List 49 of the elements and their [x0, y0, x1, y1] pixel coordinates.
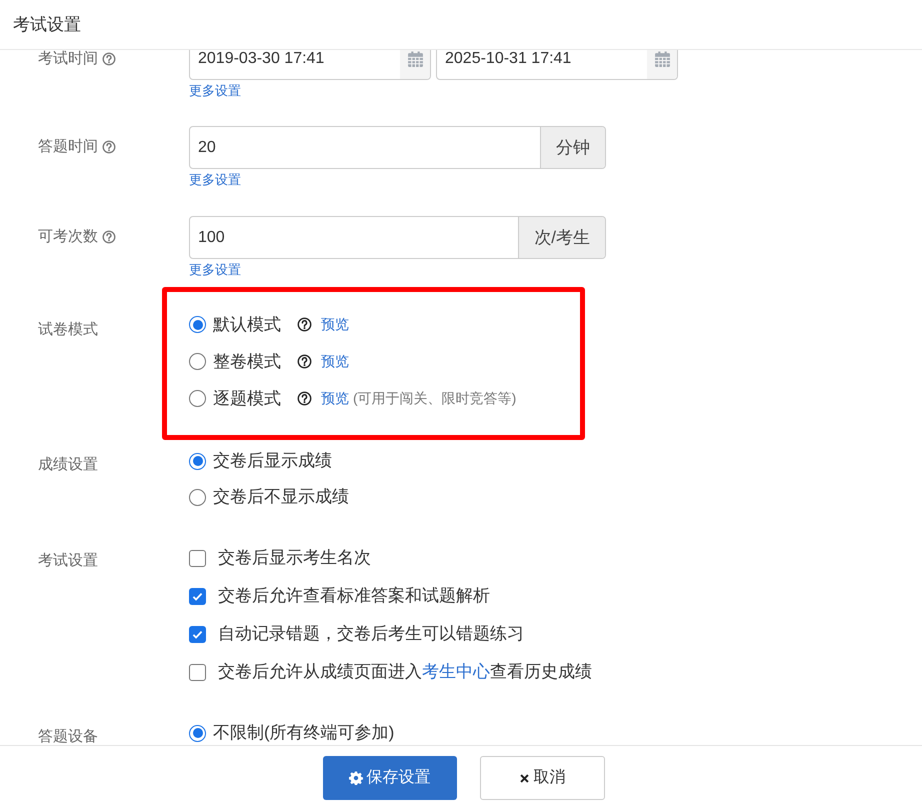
- settings-icon: [348, 771, 362, 785]
- radio-button[interactable]: [189, 316, 206, 333]
- unit-addon: 次/考生: [518, 217, 605, 258]
- cancel-button[interactable]: 取消: [480, 756, 604, 800]
- option-label: 交卷后允许从成绩页面进入考生中心查看历史成绩: [218, 661, 592, 684]
- radio-button[interactable]: [189, 724, 206, 742]
- option-label: 不限制(所有终端可参加): [213, 722, 394, 744]
- number-input[interactable]: 20 分钟: [189, 126, 606, 169]
- more-settings-link[interactable]: 更多设置: [189, 260, 241, 280]
- field-label: 考试时间: [38, 50, 98, 69]
- option-label: 逐题模式: [213, 388, 281, 410]
- option-label: 交卷后显示成绩: [213, 450, 332, 472]
- preview-link[interactable]: 预览: [321, 388, 349, 409]
- radio-button[interactable]: [189, 488, 206, 506]
- more-settings-link[interactable]: 更多设置: [189, 170, 241, 190]
- option-label: 交卷后允许查看标准答案和试题解析: [218, 585, 490, 608]
- radio-button[interactable]: [189, 452, 206, 470]
- option-note: (可用于闯关、限时竞答等): [353, 389, 516, 408]
- radio-button[interactable]: [189, 353, 206, 370]
- checkbox[interactable]: [189, 588, 206, 604]
- preview-link[interactable]: 预览: [321, 351, 349, 372]
- option-label: 交卷后显示考生名次: [218, 547, 371, 570]
- field-label: 答题时间: [38, 137, 98, 157]
- field-label: 答题设备: [38, 728, 98, 745]
- field-label: 试卷模式: [38, 321, 98, 338]
- number-input[interactable]: 100 次/考生: [189, 216, 606, 259]
- help-icon[interactable]: [297, 317, 312, 332]
- date-field[interactable]: 2019-03-30 17:41: [189, 50, 431, 80]
- option-label: 交卷后不显示成绩: [213, 486, 349, 508]
- option-label: 自动记录错题，交卷后考生可以错题练习: [218, 623, 524, 646]
- close-icon: [518, 772, 530, 784]
- radio-button[interactable]: [189, 390, 206, 407]
- date-field[interactable]: 2025-10-31 17:41: [436, 50, 678, 80]
- candidate-center-link[interactable]: 考生中心: [422, 662, 490, 682]
- help-icon[interactable]: [297, 391, 312, 406]
- checkbox[interactable]: [189, 626, 206, 642]
- more-settings-link[interactable]: 更多设置: [189, 81, 241, 101]
- help-icon[interactable]: [297, 354, 312, 369]
- field-label: 成绩设置: [38, 456, 98, 473]
- field-label: 可考次数: [38, 227, 98, 247]
- option-label: 默认模式: [213, 314, 281, 336]
- dialog-title: 考试设置: [13, 14, 81, 36]
- preview-link[interactable]: 预览: [321, 314, 349, 335]
- field-label: 考试设置: [38, 552, 98, 569]
- unit-addon: 分钟: [540, 127, 605, 168]
- option-label: 整卷模式: [213, 350, 281, 373]
- checkbox[interactable]: [189, 550, 206, 566]
- checkbox[interactable]: [189, 664, 206, 680]
- save-button[interactable]: 保存设置: [322, 756, 456, 800]
